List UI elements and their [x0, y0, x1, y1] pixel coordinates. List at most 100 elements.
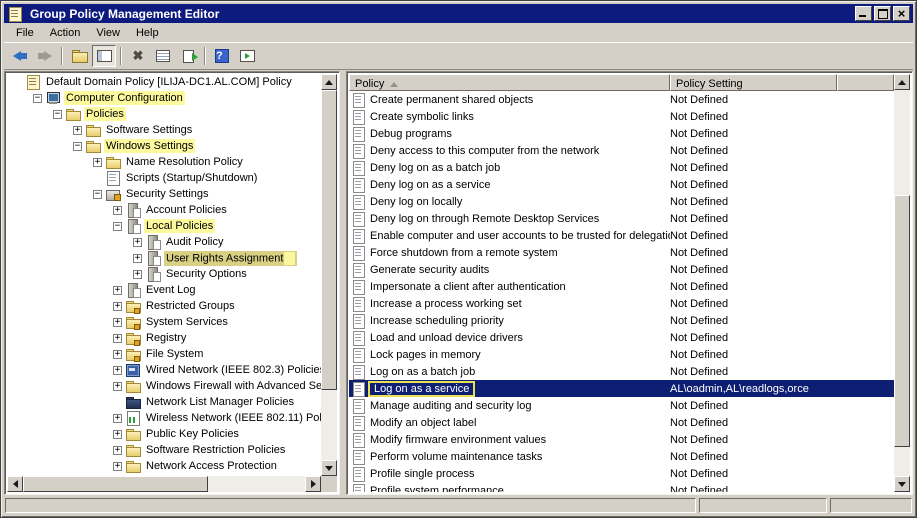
maximize-button[interactable] [874, 6, 891, 21]
expand-collapse-icon[interactable]: − [113, 222, 122, 231]
list-vscroll-thumb[interactable] [894, 195, 910, 447]
expand-expand-icon[interactable]: + [113, 206, 122, 215]
policy-row-force-shutdown-from-a-remote-system[interactable]: Force shutdown from a remote systemNot D… [349, 244, 894, 261]
tree-item-registry[interactable]: +Registry [7, 330, 321, 346]
policy-row-log-on-as-a-service[interactable]: Log on as a serviceAL\oadmin,AL\readlogs… [349, 380, 894, 397]
list-vertical-scrollbar[interactable] [894, 74, 910, 492]
expand-expand-icon[interactable]: + [113, 366, 122, 375]
close-button[interactable] [893, 6, 910, 21]
tree-item-wireless-network-ieee-802-11-policies[interactable]: +Wireless Network (IEEE 802.11) Policies [7, 410, 321, 426]
policy-row-deny-log-on-through-remote-desktop-services[interactable]: Deny log on through Remote Desktop Servi… [349, 210, 894, 227]
tree-item-account-policies[interactable]: +Account Policies [7, 202, 321, 218]
menu-action[interactable]: Action [42, 25, 89, 41]
tree-item-windows-firewall-with-advanced-security[interactable]: +Windows Firewall with Advanced Security [7, 378, 321, 394]
scroll-down-icon[interactable] [321, 460, 337, 476]
scroll-up-icon[interactable] [894, 74, 910, 90]
expand-expand-icon[interactable]: + [113, 318, 122, 327]
policy-row-deny-log-on-as-a-service[interactable]: Deny log on as a serviceNot Defined [349, 176, 894, 193]
policy-row-deny-log-on-locally[interactable]: Deny log on locallyNot Defined [349, 193, 894, 210]
tree-item-computer-configuration[interactable]: −Computer Configuration [7, 90, 321, 106]
help-button[interactable] [210, 45, 234, 67]
tree-vertical-scrollbar[interactable] [321, 74, 337, 476]
policy-row-modify-firmware-environment-values[interactable]: Modify firmware environment valuesNot De… [349, 431, 894, 448]
up-folder-button[interactable] [67, 45, 91, 67]
expand-expand-icon[interactable]: + [73, 126, 82, 135]
expand-expand-icon[interactable]: + [113, 302, 122, 311]
expand-expand-icon[interactable]: + [133, 238, 142, 247]
back-button[interactable] [8, 45, 32, 67]
policy-row-debug-programs[interactable]: Debug programsNot Defined [349, 125, 894, 142]
export-list-button[interactable] [176, 45, 200, 67]
expand-expand-icon[interactable]: + [133, 254, 142, 263]
expand-collapse-icon[interactable]: − [33, 94, 42, 103]
policy-row-perform-volume-maintenance-tasks[interactable]: Perform volume maintenance tasksNot Defi… [349, 448, 894, 465]
expand-expand-icon[interactable]: + [133, 270, 142, 279]
scroll-down-icon[interactable] [894, 476, 910, 492]
tree-hscroll-thumb[interactable] [23, 476, 208, 492]
tree-item-file-system[interactable]: +File System [7, 346, 321, 362]
scroll-left-icon[interactable] [7, 476, 23, 492]
expand-collapse-icon[interactable]: − [93, 190, 102, 199]
tree-item-default-domain-policy-ilija-dc1-al-com-policy[interactable]: Default Domain Policy [ILIJA-DC1.AL.COM]… [7, 74, 321, 90]
tree-item-software-restriction-policies[interactable]: +Software Restriction Policies [7, 442, 321, 458]
expand-expand-icon[interactable]: + [113, 382, 122, 391]
policy-row-create-symbolic-links[interactable]: Create symbolic linksNot Defined [349, 108, 894, 125]
tree-item-security-settings[interactable]: −Security Settings [7, 186, 321, 202]
tree-item-windows-settings[interactable]: −Windows Settings [7, 138, 321, 154]
minimize-button[interactable] [855, 6, 872, 21]
tree-item-public-key-policies[interactable]: +Public Key Policies [7, 426, 321, 442]
tree-item-policies[interactable]: −Policies [7, 106, 321, 122]
forward-button[interactable] [33, 45, 57, 67]
column-header-policy[interactable]: Policy [349, 74, 670, 91]
policy-row-increase-scheduling-priority[interactable]: Increase scheduling priorityNot Defined [349, 312, 894, 329]
policy-row-load-and-unload-device-drivers[interactable]: Load and unload device driversNot Define… [349, 329, 894, 346]
policy-row-lock-pages-in-memory[interactable]: Lock pages in memoryNot Defined [349, 346, 894, 363]
tree-item-network-access-protection[interactable]: +Network Access Protection [7, 458, 321, 474]
show-console-tree-button[interactable] [92, 45, 116, 67]
tree-item-security-options[interactable]: +Security Options [7, 266, 321, 282]
column-header-policy-setting[interactable]: Policy Setting [670, 74, 837, 91]
tree-horizontal-scrollbar[interactable] [7, 476, 321, 492]
delete-button[interactable] [126, 45, 150, 67]
menu-help[interactable]: Help [128, 25, 167, 41]
tree-vscroll-thumb[interactable] [321, 90, 337, 390]
tree-item-local-policies[interactable]: −Local Policies [7, 218, 321, 234]
expand-expand-icon[interactable]: + [113, 446, 122, 455]
expand-expand-icon[interactable]: + [113, 462, 122, 471]
tree-item-scripts-startup-shutdown[interactable]: Scripts (Startup/Shutdown) [7, 170, 321, 186]
policy-row-generate-security-audits[interactable]: Generate security auditsNot Defined [349, 261, 894, 278]
policy-row-log-on-as-a-batch-job[interactable]: Log on as a batch jobNot Defined [349, 363, 894, 380]
expand-expand-icon[interactable]: + [93, 158, 102, 167]
expand-collapse-icon[interactable]: − [53, 110, 62, 119]
policy-row-enable-computer-and-user-accounts-to-be-trusted-for-delegation[interactable]: Enable computer and user accounts to be … [349, 227, 894, 244]
tree-item-system-services[interactable]: +System Services [7, 314, 321, 330]
policy-row-modify-an-object-label[interactable]: Modify an object labelNot Defined [349, 414, 894, 431]
tree-item-event-log[interactable]: +Event Log [7, 282, 321, 298]
tree-item-wired-network-ieee-802-3-policies[interactable]: +Wired Network (IEEE 802.3) Policies [7, 362, 321, 378]
tree-item-restricted-groups[interactable]: +Restricted Groups [7, 298, 321, 314]
expand-collapse-icon[interactable]: − [73, 142, 82, 151]
tree-item-network-list-manager-policies[interactable]: Network List Manager Policies [7, 394, 321, 410]
tree-item-audit-policy[interactable]: +Audit Policy [7, 234, 321, 250]
menu-file[interactable]: File [8, 25, 42, 41]
tree-item-software-settings[interactable]: +Software Settings [7, 122, 321, 138]
scroll-right-icon[interactable] [305, 476, 321, 492]
expand-expand-icon[interactable]: + [113, 286, 122, 295]
show-action-pane-button[interactable] [235, 45, 259, 67]
policy-row-deny-log-on-as-a-batch-job[interactable]: Deny log on as a batch jobNot Defined [349, 159, 894, 176]
expand-expand-icon[interactable]: + [113, 414, 122, 423]
properties-button[interactable] [151, 45, 175, 67]
policy-row-impersonate-a-client-after-authentication[interactable]: Impersonate a client after authenticatio… [349, 278, 894, 295]
expand-expand-icon[interactable]: + [113, 430, 122, 439]
expand-expand-icon[interactable]: + [113, 334, 122, 343]
policy-row-create-permanent-shared-objects[interactable]: Create permanent shared objectsNot Defin… [349, 91, 894, 108]
scroll-up-icon[interactable] [321, 74, 337, 90]
policy-row-manage-auditing-and-security-log[interactable]: Manage auditing and security logNot Defi… [349, 397, 894, 414]
tree-item-name-resolution-policy[interactable]: +Name Resolution Policy [7, 154, 321, 170]
policy-row-profile-system-performance[interactable]: Profile system performanceNot Defined [349, 482, 894, 492]
menu-view[interactable]: View [88, 25, 128, 41]
policy-row-increase-a-process-working-set[interactable]: Increase a process working setNot Define… [349, 295, 894, 312]
expand-expand-icon[interactable]: + [113, 350, 122, 359]
policy-row-deny-access-to-this-computer-from-the-network[interactable]: Deny access to this computer from the ne… [349, 142, 894, 159]
policy-row-profile-single-process[interactable]: Profile single processNot Defined [349, 465, 894, 482]
